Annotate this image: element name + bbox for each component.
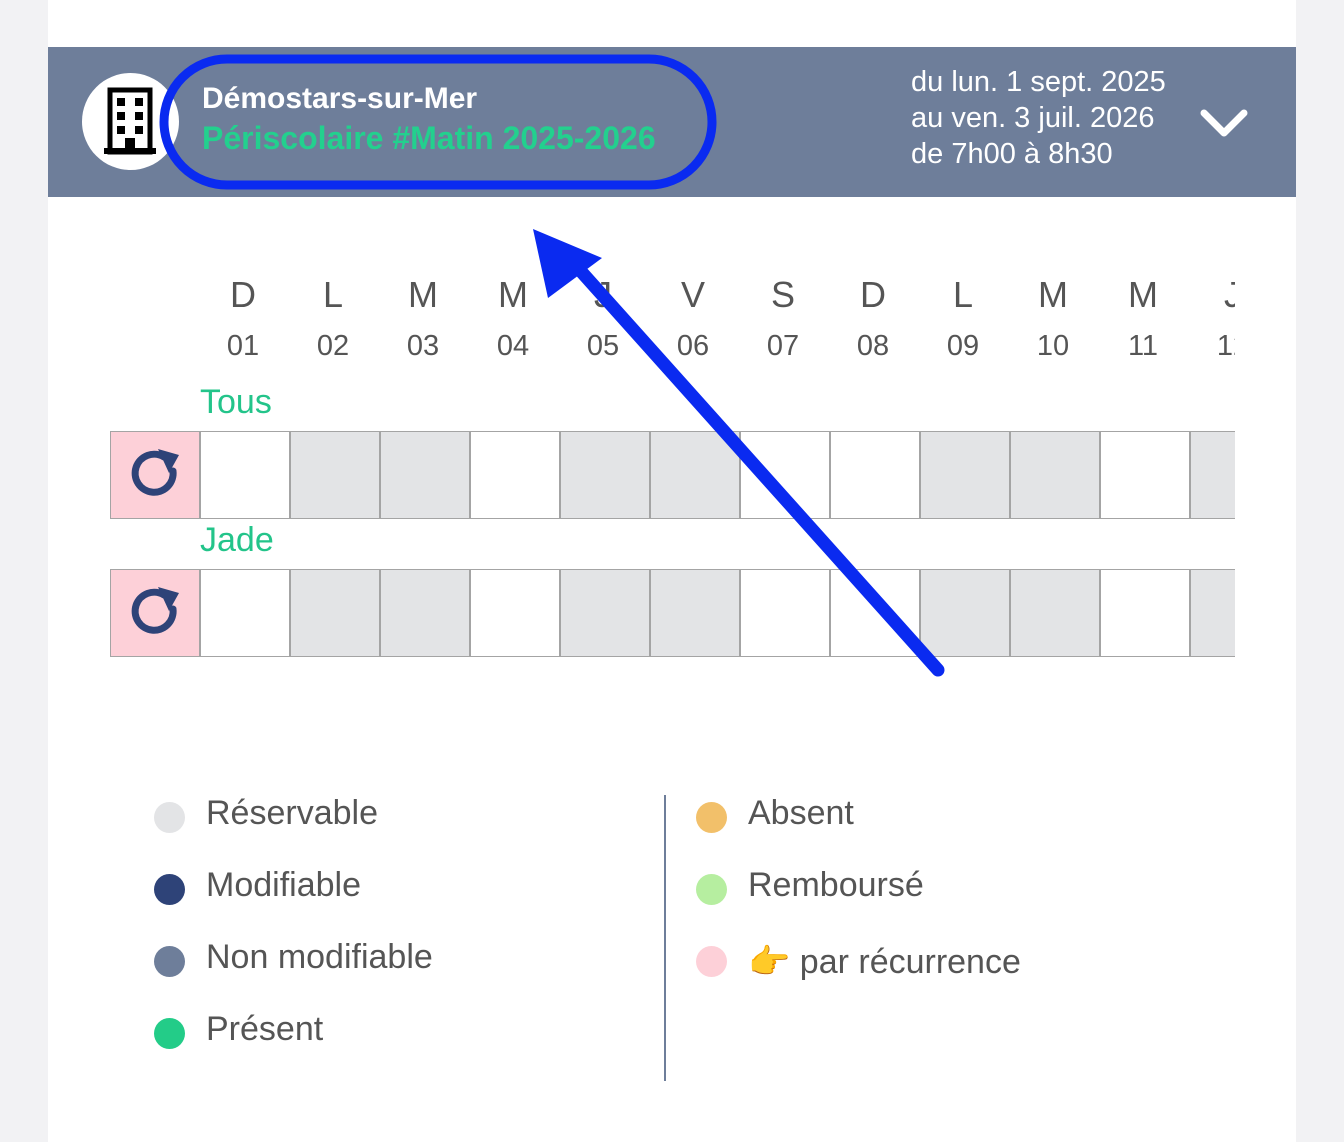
day-column: M 10 — [1008, 272, 1098, 372]
legend-dot-modifiable — [154, 874, 185, 905]
day-column: J 05 — [558, 272, 648, 372]
day-number: 07 — [766, 330, 800, 362]
day-number: 03 — [406, 330, 440, 362]
day-letter: M — [408, 274, 438, 315]
legend-dot-absent — [696, 802, 727, 833]
day-cell[interactable] — [830, 431, 920, 519]
row-label-tous: Tous — [200, 383, 272, 421]
day-letter: M — [498, 274, 528, 315]
recurrence-button[interactable] — [110, 569, 202, 657]
day-cell[interactable] — [920, 569, 1010, 657]
day-letter: J — [1224, 274, 1235, 315]
day-column: M 11 — [1098, 272, 1188, 372]
day-cell[interactable] — [560, 431, 650, 519]
day-cell[interactable] — [740, 569, 830, 657]
day-number: 01 — [226, 330, 260, 362]
day-cell[interactable] — [290, 569, 380, 657]
day-column: J 12 — [1188, 272, 1235, 372]
day-cell[interactable] — [1010, 569, 1100, 657]
day-letter: D — [860, 274, 886, 315]
day-number: 09 — [946, 330, 980, 362]
day-letter: D — [230, 274, 256, 315]
day-number: 08 — [856, 330, 890, 362]
recurrence-icon — [131, 587, 179, 634]
day-cell[interactable] — [650, 569, 740, 657]
day-cell[interactable] — [1010, 431, 1100, 519]
day-number: 02 — [316, 330, 350, 362]
day-cell[interactable] — [1190, 569, 1235, 657]
day-number: 06 — [676, 330, 710, 362]
day-cell[interactable] — [650, 431, 740, 519]
legend-dot-recurrence — [696, 946, 727, 977]
day-cell[interactable] — [1100, 569, 1190, 657]
day-number: 05 — [586, 330, 620, 362]
day-cell[interactable] — [470, 569, 560, 657]
day-cell[interactable] — [1100, 431, 1190, 519]
date-from: du lun. 1 sept. 2025 — [911, 66, 1166, 98]
day-column: M 04 — [468, 272, 558, 372]
recurrence-button[interactable] — [110, 431, 202, 519]
day-column: D 01 — [198, 272, 288, 372]
day-letter: M — [1038, 274, 1068, 315]
day-letter: L — [322, 274, 344, 315]
day-column: D 08 — [828, 272, 918, 372]
row-label-jade: Jade — [200, 521, 274, 559]
day-cell[interactable] — [380, 431, 470, 519]
day-column: V 06 — [648, 272, 738, 372]
day-number: 10 — [1036, 330, 1070, 362]
chevron-down-icon[interactable] — [1196, 103, 1252, 143]
legend-non-modifiable: Non modifiable — [206, 938, 433, 976]
day-cell[interactable] — [920, 431, 1010, 519]
day-cell[interactable] — [830, 569, 920, 657]
day-cell[interactable] — [560, 569, 650, 657]
activity-name: Périscolaire #Matin 2025-2026 — [202, 120, 656, 156]
day-cell[interactable] — [740, 431, 830, 519]
day-letter: M — [1128, 274, 1158, 315]
legend-recurrence: 👉 par récurrence — [748, 943, 1021, 981]
day-column: M 03 — [378, 272, 468, 372]
day-cell[interactable] — [200, 431, 290, 519]
day-number: 04 — [496, 330, 530, 362]
legend-dot-present — [154, 1018, 185, 1049]
day-column: L 09 — [918, 272, 1008, 372]
day-letter: J — [594, 274, 612, 315]
day-letter: L — [952, 274, 974, 315]
building-icon — [104, 87, 156, 155]
legend-present: Présent — [206, 1010, 324, 1048]
legend-rembourse: Remboursé — [748, 866, 924, 904]
day-cell[interactable] — [470, 431, 560, 519]
day-cell[interactable] — [290, 431, 380, 519]
legend-modifiable: Modifiable — [206, 866, 361, 904]
day-letter: S — [770, 274, 795, 315]
time-range: de 7h00 à 8h30 — [911, 138, 1113, 170]
legend-absent: Absent — [748, 794, 854, 832]
legend-dot-rembourse — [696, 874, 727, 905]
calendar-row-tous — [110, 431, 1235, 521]
day-column: S 07 — [738, 272, 828, 372]
site-name: Démostars-sur-Mer — [202, 82, 478, 115]
legend-reservable: Réservable — [206, 794, 378, 832]
date-to: au ven. 3 juil. 2026 — [911, 102, 1155, 134]
site-avatar — [82, 73, 179, 170]
legend-divider — [664, 795, 666, 1081]
day-column: L 02 — [288, 272, 378, 372]
day-cell[interactable] — [380, 569, 470, 657]
day-letter: V — [680, 274, 705, 315]
activity-dates: du lun. 1 sept. 2025 au ven. 3 juil. 202… — [911, 64, 1166, 172]
calendar-row-jade — [110, 569, 1235, 659]
day-cell[interactable] — [1190, 431, 1235, 519]
day-number: 12 — [1216, 330, 1235, 362]
recurrence-icon — [131, 449, 179, 496]
day-cell[interactable] — [200, 569, 290, 657]
legend-dot-non-modifiable — [154, 946, 185, 977]
legend-dot-reservable — [154, 802, 185, 833]
day-number: 11 — [1127, 330, 1159, 362]
